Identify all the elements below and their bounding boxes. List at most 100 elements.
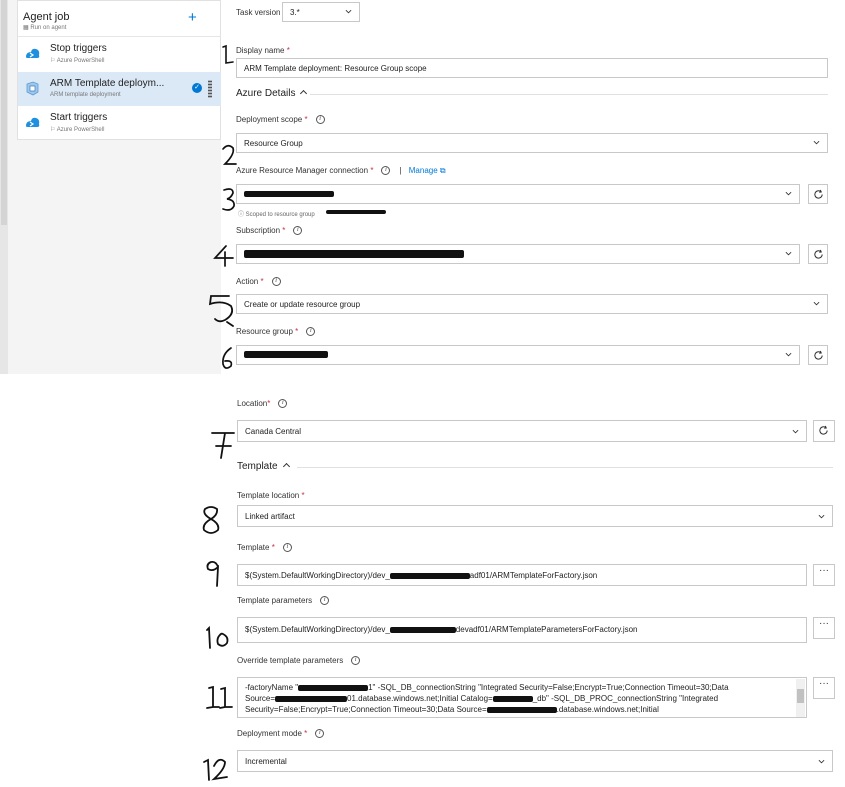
info-icon[interactable]: i bbox=[293, 226, 303, 236]
info-icon[interactable]: i bbox=[282, 543, 292, 553]
drag-handle-icon[interactable] bbox=[208, 80, 212, 98]
annotation-number bbox=[204, 624, 236, 657]
template-path-input[interactable]: $(System.DefaultWorkingDirectory)/dev_ ad… bbox=[237, 564, 807, 586]
deployment-mode-label-text: Deployment mode bbox=[237, 729, 302, 738]
annotation-number bbox=[201, 752, 231, 787]
override-params-label-text: Override template parameters bbox=[237, 656, 344, 665]
redacted-value bbox=[389, 626, 456, 633]
check-circle-icon: ✓ bbox=[192, 83, 202, 93]
chevron-down-icon bbox=[345, 9, 352, 14]
annotation-number bbox=[219, 142, 241, 175]
override-params-edit-button[interactable]: ··· bbox=[813, 677, 835, 699]
azure-details-section-header[interactable]: Azure Details bbox=[236, 88, 308, 99]
refresh-icon bbox=[819, 425, 828, 435]
deployment-scope-select[interactable]: Resource Group bbox=[236, 133, 828, 153]
template-section-header[interactable]: Template bbox=[237, 461, 290, 472]
override-line-1: -factoryName " 1" -SQL_DB_connectionStrin… bbox=[245, 682, 792, 693]
annotation-number bbox=[209, 428, 237, 465]
refresh-location-button[interactable] bbox=[813, 420, 835, 442]
override-text: .database.windows.net;Initial bbox=[556, 705, 659, 714]
info-icon[interactable]: i bbox=[351, 656, 361, 666]
task-name: Stop triggers bbox=[50, 43, 107, 54]
add-task-button[interactable]: + bbox=[188, 10, 197, 25]
info-icon[interactable]: i bbox=[271, 277, 281, 287]
task-subtitle-text: Azure PowerShell bbox=[56, 58, 105, 64]
azure-powershell-icon bbox=[26, 117, 40, 127]
location-select[interactable]: Canada Central bbox=[237, 420, 807, 442]
override-text: -factoryName " bbox=[245, 683, 299, 692]
azure-powershell-icon bbox=[26, 48, 40, 58]
manage-link[interactable]: Manage ⧉ bbox=[409, 166, 446, 175]
task-name: Start triggers bbox=[50, 112, 108, 123]
section-divider bbox=[310, 94, 828, 95]
task-subtitle-text: Azure PowerShell bbox=[56, 127, 105, 133]
agent-job-header[interactable]: Agent job ▦ Run on agent + bbox=[18, 1, 222, 37]
chevron-down-icon bbox=[813, 140, 820, 145]
chevron-down-icon bbox=[792, 429, 799, 434]
annotation-number bbox=[219, 346, 237, 377]
info-icon[interactable]: i bbox=[278, 399, 288, 409]
template-location-select[interactable]: Linked artifact bbox=[237, 505, 833, 527]
chevron-down-icon bbox=[818, 514, 825, 519]
agent-job-subtitle-text: Run on agent bbox=[30, 25, 67, 31]
override-text: Security=False;Encrypt=True;Connection T… bbox=[245, 705, 487, 714]
scrollbar-thumb[interactable] bbox=[1, 0, 7, 225]
redacted-value bbox=[492, 695, 533, 702]
task-name: ARM Template deploym... bbox=[50, 78, 165, 89]
refresh-connection-button[interactable] bbox=[808, 184, 828, 204]
template-params-browse-button[interactable]: ··· bbox=[813, 617, 835, 639]
left-scrollbar[interactable] bbox=[0, 0, 8, 374]
required-mark: * bbox=[271, 543, 275, 552]
template-params-label-text: Template parameters bbox=[237, 596, 313, 605]
template-browse-button[interactable]: ··· bbox=[813, 564, 835, 586]
deployment-scope-label-text: Deployment scope bbox=[236, 115, 303, 124]
redacted-value bbox=[326, 210, 386, 214]
task-item-stop-triggers[interactable]: Stop triggers ⚐ Azure PowerShell bbox=[18, 37, 222, 71]
deployment-scope-label: Deployment scope * i bbox=[236, 115, 325, 125]
action-select[interactable]: Create or update resource group bbox=[236, 294, 828, 314]
info-icon[interactable]: i bbox=[306, 327, 316, 337]
redacted-value bbox=[389, 572, 470, 579]
override-text: _db" -SQL_DB_PROC_connectionString "Inte… bbox=[532, 694, 719, 703]
arm-template-icon bbox=[26, 81, 39, 96]
template-params-input[interactable]: $(System.DefaultWorkingDirectory)/dev_ de… bbox=[237, 617, 807, 643]
scrollbar-thumb[interactable] bbox=[797, 689, 804, 703]
override-line-2: Source= 01.database.windows.net;Initial C… bbox=[245, 693, 792, 704]
annotation-number bbox=[205, 683, 235, 718]
display-name-label-text: Display name bbox=[236, 46, 285, 55]
external-link-icon: ⧉ bbox=[439, 166, 446, 175]
subscription-label: Subscription * i bbox=[236, 226, 303, 236]
override-text: 1" -SQL_DB_connectionString "Integrated … bbox=[368, 683, 729, 692]
refresh-resource-group-button[interactable] bbox=[808, 345, 828, 365]
task-subtitle: ARM template deployment bbox=[50, 92, 121, 98]
redacted-value bbox=[298, 684, 369, 691]
info-icon[interactable]: i bbox=[315, 729, 325, 739]
task-version-select[interactable]: 3.* bbox=[282, 2, 360, 22]
task-type-icon: ⚐ bbox=[50, 58, 57, 64]
display-name-input[interactable]: ARM Template deployment: Resource Group … bbox=[236, 58, 828, 78]
info-icon[interactable]: i bbox=[320, 596, 330, 606]
task-item-start-triggers[interactable]: Start triggers ⚐ Azure PowerShell bbox=[18, 106, 222, 140]
template-params-path-part: devadf01/ARMTemplateParametersForFactory… bbox=[455, 625, 638, 634]
required-mark: * bbox=[260, 277, 264, 286]
textarea-scrollbar[interactable] bbox=[796, 679, 805, 717]
azure-details-title: Azure Details bbox=[236, 88, 296, 99]
refresh-subscription-button[interactable] bbox=[808, 244, 828, 264]
deployment-mode-value: Incremental bbox=[245, 757, 287, 766]
required-mark: * bbox=[370, 166, 374, 175]
chevron-down-icon bbox=[785, 352, 792, 357]
display-name-label: Display name * bbox=[236, 46, 290, 55]
deployment-mode-select[interactable]: Incremental bbox=[237, 750, 833, 772]
override-line-3: Security=False;Encrypt=True;Connection T… bbox=[245, 704, 792, 715]
info-icon[interactable]: i bbox=[315, 115, 325, 125]
location-label-text: Location bbox=[237, 399, 268, 408]
template-label-text: Template bbox=[237, 543, 270, 552]
refresh-icon bbox=[814, 350, 823, 360]
arm-connection-hint-text: Scoped to resource group bbox=[245, 212, 315, 218]
info-icon[interactable]: i bbox=[381, 166, 391, 176]
deployment-mode-label: Deployment mode * i bbox=[237, 729, 325, 739]
agent-job-subtitle: ▦ Run on agent bbox=[23, 24, 66, 31]
override-params-textarea[interactable]: -factoryName " 1" -SQL_DB_connectionStrin… bbox=[237, 677, 807, 718]
task-item-arm-template[interactable]: ARM Template deploym... ARM template dep… bbox=[18, 72, 222, 106]
task-version-value: 3.* bbox=[290, 8, 300, 17]
